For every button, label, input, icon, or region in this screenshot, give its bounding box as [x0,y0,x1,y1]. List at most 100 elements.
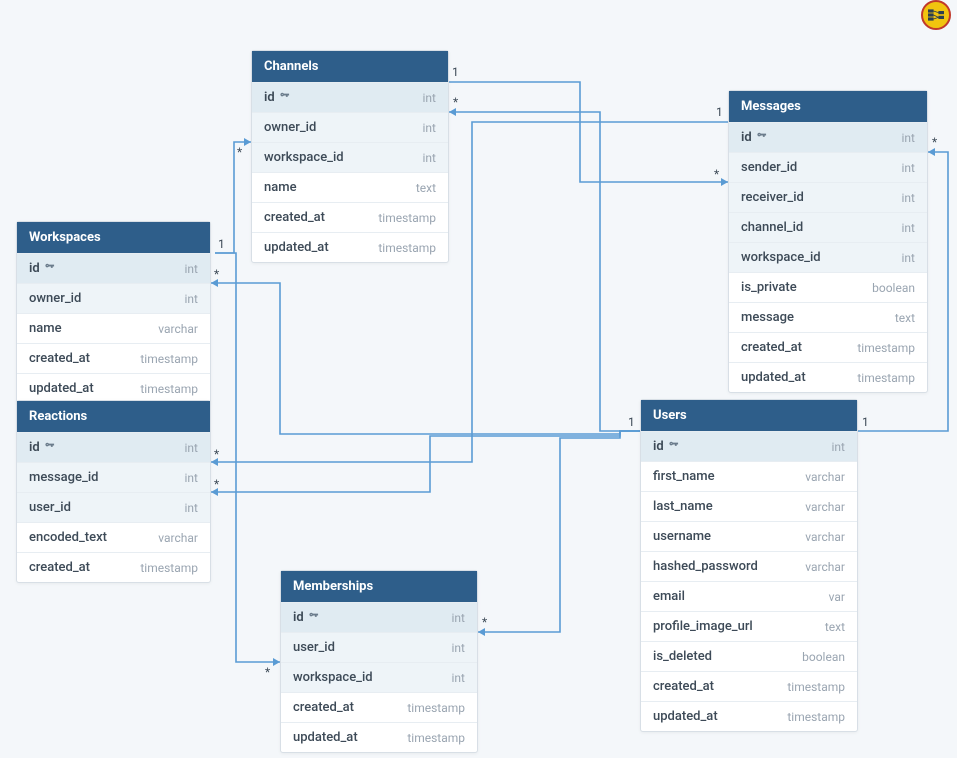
svg-text:*: * [214,267,219,281]
table-header: Channels [252,51,448,82]
column-name: owner_id [29,291,81,306]
table-row[interactable]: workspace_id int [281,662,477,692]
table-row[interactable]: workspace_id int [729,242,927,272]
svg-text:*: * [453,95,458,109]
table-row[interactable]: last_name varchar [641,491,857,521]
column-type: int [452,671,465,685]
column-name: encoded_text [29,530,107,545]
table-header: Users [641,400,857,431]
column-type: timestamp [407,731,465,745]
column-name: updated_at [653,709,718,724]
table-row[interactable]: updated_at timestamp [252,232,448,262]
column-name: email [653,589,685,604]
column-type: int [902,251,915,265]
column-name: hashed_password [653,559,758,574]
column-name: user_id [293,640,335,655]
column-name: created_at [29,351,90,366]
table-users[interactable]: Users id int first_name varchar last_nam… [640,399,858,732]
column-type: timestamp [787,710,845,724]
svg-text:*: * [714,167,719,181]
column-name: workspace_id [741,250,821,265]
table-row[interactable]: username varchar [641,521,857,551]
table-reactions[interactable]: Reactions id int message_id int user_id … [16,400,211,583]
key-icon [756,130,767,145]
svg-text:*: * [214,477,219,491]
column-type: timestamp [378,241,436,255]
column-name: id [264,90,290,105]
table-row[interactable]: name varchar [17,313,210,343]
table-row[interactable]: created_at timestamp [17,343,210,373]
table-row[interactable]: updated_at timestamp [281,722,477,752]
table-row[interactable]: message text [729,302,927,332]
column-name: sender_id [741,160,797,175]
table-row[interactable]: name text [252,172,448,202]
column-type: int [423,151,436,165]
table-workspaces[interactable]: Workspaces id int owner_id int name varc… [16,221,211,404]
column-type: varchar [158,322,198,336]
column-name: id [741,130,767,145]
column-type: boolean [872,281,915,295]
column-name: workspace_id [293,670,373,685]
table-memberships[interactable]: Memberships id int user_id int workspace… [280,570,478,753]
table-row[interactable]: first_name varchar [641,461,857,491]
column-type: varchar [805,530,845,544]
table-row[interactable]: updated_at timestamp [641,701,857,731]
table-row[interactable]: id int [641,431,857,461]
column-type: timestamp [140,382,198,396]
table-row[interactable]: workspace_id int [252,142,448,172]
column-type: int [185,501,198,515]
column-type: int [902,161,915,175]
column-name: updated_at [293,730,358,745]
table-row[interactable]: id int [281,602,477,632]
table-row[interactable]: id int [17,253,210,283]
table-row[interactable]: user_id int [281,632,477,662]
column-name: user_id [29,500,71,515]
table-row[interactable]: is_deleted boolean [641,641,857,671]
column-type: timestamp [407,701,465,715]
table-row[interactable]: encoded_text varchar [17,522,210,552]
table-row[interactable]: owner_id int [17,283,210,313]
column-name: updated_at [29,381,94,396]
table-channels[interactable]: Channels id int owner_id int workspace_i… [251,50,449,263]
column-name: message_id [29,470,98,485]
table-row[interactable]: profile_image_url text [641,611,857,641]
table-row[interactable]: sender_id int [729,152,927,182]
svg-text:1: 1 [452,65,459,79]
table-row[interactable]: is_private boolean [729,272,927,302]
key-icon [668,439,679,454]
table-row[interactable]: created_at timestamp [281,692,477,722]
column-name: created_at [29,560,90,575]
svg-text:*: * [932,135,937,149]
column-name: id [293,610,319,625]
table-row[interactable]: created_at timestamp [252,202,448,232]
table-messages[interactable]: Messages id int sender_id int receiver_i… [728,90,928,393]
column-type: int [185,471,198,485]
column-name: updated_at [741,370,806,385]
table-row[interactable]: user_id int [17,492,210,522]
table-row[interactable]: created_at timestamp [729,332,927,362]
table-row[interactable]: created_at timestamp [17,552,210,582]
table-row[interactable]: updated_at timestamp [729,362,927,392]
table-row[interactable]: id int [252,82,448,112]
table-row[interactable]: updated_at timestamp [17,373,210,403]
column-name: created_at [653,679,714,694]
table-row[interactable]: email var [641,581,857,611]
svg-text:1: 1 [862,415,869,429]
column-name: message [741,310,794,325]
table-row[interactable]: hashed_password varchar [641,551,857,581]
table-row[interactable]: id int [17,432,210,462]
column-name: created_at [264,210,325,225]
table-row[interactable]: receiver_id int [729,182,927,212]
table-header: Memberships [281,571,477,602]
table-row[interactable]: id int [729,122,927,152]
table-row[interactable]: owner_id int [252,112,448,142]
column-name: id [653,439,679,454]
svg-text:*: * [237,145,242,159]
column-type: varchar [805,500,845,514]
column-type: text [416,181,436,195]
table-row[interactable]: created_at timestamp [641,671,857,701]
table-row[interactable]: message_id int [17,462,210,492]
table-header: Workspaces [17,222,210,253]
table-row[interactable]: channel_id int [729,212,927,242]
column-name: profile_image_url [653,619,753,634]
